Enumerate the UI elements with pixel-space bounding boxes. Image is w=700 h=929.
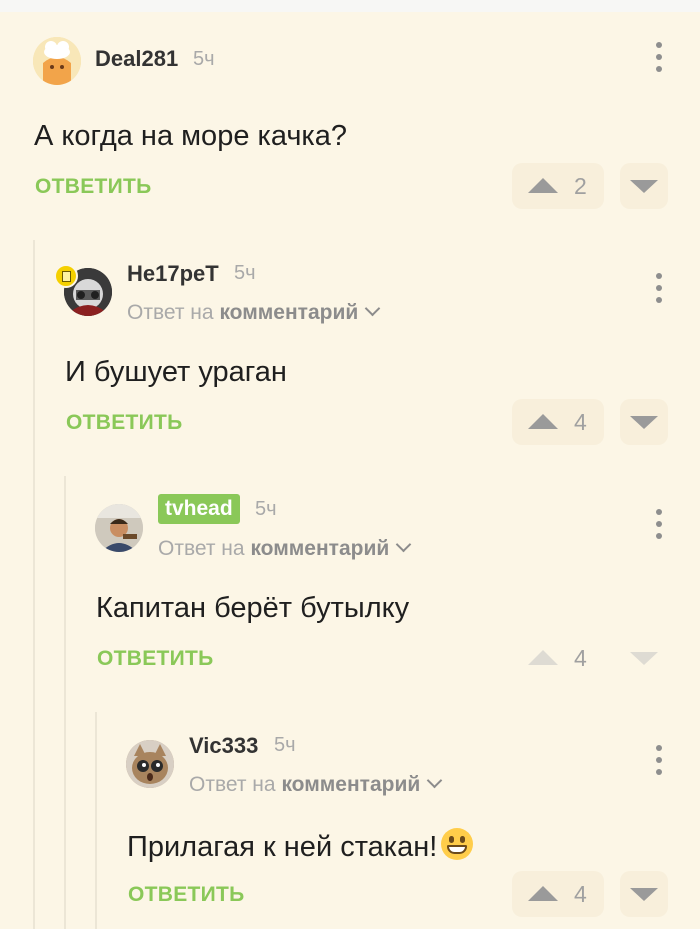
- timestamp: 5ч: [234, 262, 256, 284]
- reply-to-target[interactable]: комментарий: [219, 301, 358, 324]
- downvote-button[interactable]: [620, 163, 668, 209]
- downvote-button[interactable]: [620, 399, 668, 445]
- vote-score: 4: [574, 409, 587, 435]
- downvote-arrow-icon: [630, 416, 658, 429]
- upvote-arrow-icon: [528, 650, 558, 665]
- reply-button[interactable]: ОТВЕТИТЬ: [66, 411, 183, 435]
- timestamp: 5ч: [193, 48, 215, 70]
- more-vertical-icon[interactable]: [649, 745, 669, 779]
- author-badge-icon: [54, 264, 78, 288]
- reply-button[interactable]: ОТВЕТИТЬ: [97, 647, 214, 671]
- username[interactable]: Vic333: [189, 733, 258, 759]
- timestamp: 5ч: [255, 498, 277, 520]
- avatar[interactable]: [33, 37, 81, 85]
- comment-text: А когда на море качка?: [34, 120, 348, 152]
- more-vertical-icon[interactable]: [649, 42, 669, 76]
- upvote-button[interactable]: 4: [512, 399, 604, 445]
- reply-to-link[interactable]: Ответ на комментарий: [189, 772, 443, 797]
- downvote-button: [620, 635, 668, 681]
- downvote-arrow-icon: [630, 652, 658, 665]
- upvote-button[interactable]: 2: [512, 163, 604, 209]
- comment-text-content: Прилагая к ней стакан!: [127, 831, 438, 863]
- grinning-face-icon: [441, 828, 474, 860]
- reply-to-target[interactable]: комментарий: [250, 537, 389, 560]
- reply-to-link[interactable]: Ответ на комментарий: [158, 536, 412, 561]
- upvote-arrow-icon: [528, 886, 558, 901]
- comment-text: И бушует ураган: [65, 356, 287, 388]
- comment-text: Прилагая к ней стакан!: [127, 828, 474, 864]
- vote-score: 2: [574, 173, 587, 199]
- reply-to-target[interactable]: комментарий: [281, 773, 420, 796]
- username[interactable]: tvhead: [158, 494, 240, 524]
- chevron-down-icon[interactable]: [395, 536, 412, 553]
- downvote-arrow-icon: [630, 180, 658, 193]
- vote-score: 4: [574, 645, 587, 671]
- reply-button[interactable]: ОТВЕТИТЬ: [35, 175, 152, 199]
- chevron-down-icon[interactable]: [426, 772, 443, 789]
- vote-score: 4: [574, 881, 587, 907]
- timestamp: 5ч: [274, 734, 296, 756]
- reply-button[interactable]: ОТВЕТИТЬ: [128, 883, 245, 907]
- downvote-arrow-icon: [630, 888, 658, 901]
- reply-to-prefix: Ответ на: [189, 773, 276, 796]
- chevron-down-icon[interactable]: [364, 300, 381, 317]
- upvote-button: 4: [512, 635, 604, 681]
- upvote-arrow-icon: [528, 178, 558, 193]
- comment-text: Капитан берёт бутылку: [96, 592, 410, 624]
- upvote-arrow-icon: [528, 414, 558, 429]
- reply-to-prefix: Ответ на: [127, 301, 214, 324]
- more-vertical-icon[interactable]: [649, 509, 669, 543]
- top-strip: [0, 0, 700, 12]
- avatar[interactable]: [95, 504, 143, 552]
- thread-line-level-2[interactable]: [64, 476, 66, 929]
- reply-to-prefix: Ответ на: [158, 537, 245, 560]
- downvote-button[interactable]: [620, 871, 668, 917]
- more-vertical-icon[interactable]: [649, 273, 669, 307]
- username[interactable]: Deal281: [95, 46, 178, 72]
- username[interactable]: He17peT: [127, 261, 219, 287]
- avatar[interactable]: [126, 740, 174, 788]
- thread-line-level-1[interactable]: [33, 240, 35, 929]
- reply-to-link[interactable]: Ответ на комментарий: [127, 300, 381, 325]
- thread-line-level-3[interactable]: [95, 712, 97, 929]
- upvote-button[interactable]: 4: [512, 871, 604, 917]
